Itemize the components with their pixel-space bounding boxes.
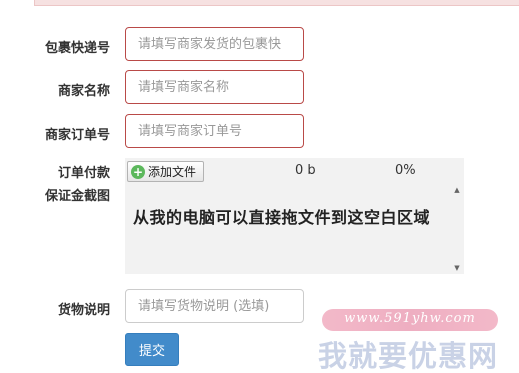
screenshot-label-line2: 保证金截图: [44, 189, 110, 204]
express-no-label: 包裹快递号: [44, 41, 110, 56]
drop-hint-text: 从我的电脑可以直接拖文件到这空白区域: [133, 208, 431, 227]
merchant-name-label: 商家名称: [57, 84, 110, 99]
add-file-label: 添加文件: [148, 165, 197, 179]
watermark-brand: 我就要优惠网: [318, 339, 499, 373]
goods-desc-label: 货物说明: [57, 303, 110, 318]
file-drop-area[interactable]: + 添加文件 0 b 0% 从我的电脑可以直接拖文件到这空白区域 ▲ ▼: [125, 158, 464, 274]
goods-desc-input[interactable]: [125, 289, 304, 323]
merchant-name-input[interactable]: [125, 70, 304, 104]
error-alert-banner: [34, 0, 519, 6]
upload-progress-text: 0%: [395, 163, 416, 178]
site-watermark: www.591yhw.com 我就要优惠网: [310, 305, 519, 373]
file-size-text: 0 b: [295, 163, 316, 178]
scroll-down-icon[interactable]: ▼: [450, 262, 464, 274]
merchant-order-label: 商家订单号: [44, 128, 110, 143]
watermark-url: www.591yhw.com: [344, 311, 476, 326]
express-no-input[interactable]: [125, 27, 304, 61]
drop-area-scrollbar[interactable]: ▲ ▼: [450, 184, 464, 274]
merchant-order-input[interactable]: [125, 114, 304, 148]
screenshot-label-line1: 订单付款: [57, 166, 110, 181]
submit-button[interactable]: 提交: [125, 333, 179, 366]
plus-icon: +: [131, 164, 145, 179]
add-file-button[interactable]: + 添加文件: [127, 161, 204, 182]
scroll-up-icon[interactable]: ▲: [450, 184, 464, 196]
